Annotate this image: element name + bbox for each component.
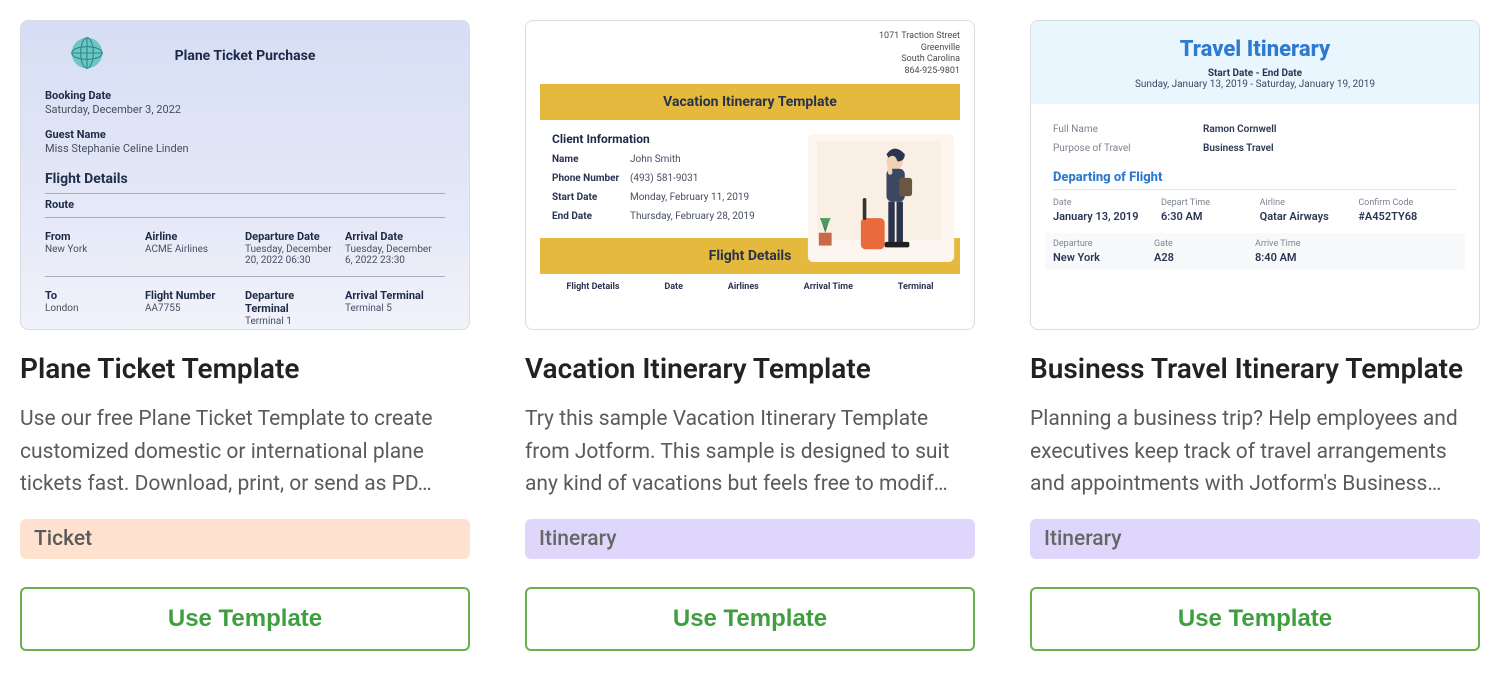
category-tag-itinerary[interactable]: Itinerary xyxy=(1030,519,1480,559)
divider xyxy=(45,276,445,277)
arrive-time-label: Arrive Time xyxy=(1255,239,1350,249)
fullname-label: Full Name xyxy=(1053,124,1203,135)
flight-details-heading: Flight Details xyxy=(45,171,445,187)
template-preview[interactable]: Plane Ticket Purchase Booking Date Satur… xyxy=(20,20,470,330)
divider xyxy=(1053,189,1457,190)
template-card-vacation-itinerary: 1071 Traction Street Greenville South Ca… xyxy=(525,20,975,651)
guest-name-value: Miss Stephanie Celine Linden xyxy=(45,142,445,155)
th: Flight Details xyxy=(566,282,619,292)
arrival-terminal-value: Terminal 5 xyxy=(345,303,439,314)
gate-value: A28 xyxy=(1154,251,1249,264)
from-label: From xyxy=(45,230,139,243)
flight-number-value: AA7755 xyxy=(145,303,239,314)
traveler-illustration-icon xyxy=(806,134,956,262)
th: Arrival Time xyxy=(804,282,853,292)
departure-terminal-value: Terminal 1 xyxy=(245,316,339,327)
preview-title: Travel Itinerary xyxy=(1041,37,1469,62)
card-description: Planning a business trip? Help employees… xyxy=(1030,403,1480,501)
phone-value: (493) 581-9031 xyxy=(630,173,760,184)
addr-line: 864-925-9801 xyxy=(540,66,960,78)
name-label: Name xyxy=(552,154,630,165)
divider xyxy=(45,193,445,194)
departure-value: New York xyxy=(1053,251,1148,264)
th: Date xyxy=(664,282,683,292)
arrival-date-value: Tuesday, December 6, 2022 23:30 xyxy=(345,244,439,266)
airline-value: ACME Airlines xyxy=(145,244,239,255)
preview-title: Plane Ticket Purchase xyxy=(175,48,316,64)
globe-icon xyxy=(69,35,105,71)
purpose-label: Purpose of Travel xyxy=(1053,143,1203,154)
card-title[interactable]: Vacation Itinerary Template xyxy=(525,352,975,385)
category-tag-ticket[interactable]: Ticket xyxy=(20,519,470,559)
from-value: New York xyxy=(45,244,139,255)
depart-time-label: Depart Time xyxy=(1161,198,1254,208)
start-date-value: Monday, February 11, 2019 xyxy=(630,192,760,203)
confirm-code-label: Confirm Code xyxy=(1358,198,1451,208)
flight-number-label: Flight Number xyxy=(145,289,239,302)
name-value: John Smith xyxy=(630,154,760,165)
confirm-code-value: #A452TY68 xyxy=(1358,210,1451,223)
date-value: January 13, 2019 xyxy=(1053,210,1155,223)
preview-subtitle: Start Date - End Date xyxy=(1041,68,1469,79)
depart-time-value: 6:30 AM xyxy=(1161,210,1254,223)
addr-line: 1071 Traction Street xyxy=(540,31,960,43)
template-card-plane-ticket: Plane Ticket Purchase Booking Date Satur… xyxy=(20,20,470,651)
use-template-button[interactable]: Use Template xyxy=(20,587,470,651)
card-description: Use our free Plane Ticket Template to cr… xyxy=(20,403,470,501)
end-date-value: Thursday, February 28, 2019 xyxy=(630,211,760,222)
preview-address: 1071 Traction Street Greenville South Ca… xyxy=(540,31,960,78)
end-date-label: End Date xyxy=(552,211,630,222)
airline-value: Qatar Airways xyxy=(1260,210,1353,223)
arrive-time-value: 8:40 AM xyxy=(1255,251,1350,264)
arrival-date-label: Arrival Date xyxy=(345,230,439,243)
departure-terminal-label: Departure Terminal xyxy=(245,289,339,315)
departure-date-label: Departure Date xyxy=(245,230,339,243)
airline-label: Airline xyxy=(145,230,239,243)
flight-details-table-head: Flight Details Date Airlines Arrival Tim… xyxy=(540,280,960,294)
card-title[interactable]: Plane Ticket Template xyxy=(20,352,470,385)
template-cards-container: Plane Ticket Purchase Booking Date Satur… xyxy=(20,20,1480,651)
departing-flight-heading: Departing of Flight xyxy=(1053,170,1457,185)
th: Terminal xyxy=(898,282,934,292)
use-template-button[interactable]: Use Template xyxy=(1030,587,1480,651)
fullname-value: Ramon Cornwell xyxy=(1203,124,1276,135)
guest-name-label: Guest Name xyxy=(45,128,445,141)
card-description: Try this sample Vacation Itinerary Templ… xyxy=(525,403,975,501)
departure-label: Departure xyxy=(1053,239,1148,249)
th: Airlines xyxy=(728,282,759,292)
date-label: Date xyxy=(1053,198,1155,208)
template-preview[interactable]: 1071 Traction Street Greenville South Ca… xyxy=(525,20,975,330)
divider xyxy=(45,217,445,218)
booking-date-value: Saturday, December 3, 2022 xyxy=(45,103,445,116)
booking-date-label: Booking Date xyxy=(45,89,445,102)
route-label: Route xyxy=(45,198,445,211)
to-value: London xyxy=(45,303,139,314)
airline-label: Airline xyxy=(1260,198,1353,208)
start-date-label: Start Date xyxy=(552,192,630,203)
departure-date-value: Tuesday, December 20, 2022 06:30 xyxy=(245,244,339,266)
preview-dates: Sunday, January 13, 2019 - Saturday, Jan… xyxy=(1041,79,1469,90)
phone-label: Phone Number xyxy=(552,173,630,184)
gate-label: Gate xyxy=(1154,239,1249,249)
card-title[interactable]: Business Travel Itinerary Template xyxy=(1030,352,1480,385)
template-preview[interactable]: Travel Itinerary Start Date - End Date S… xyxy=(1030,20,1480,330)
use-template-button[interactable]: Use Template xyxy=(525,587,975,651)
addr-line: Greenville xyxy=(540,43,960,55)
addr-line: South Carolina xyxy=(540,54,960,66)
template-card-business-itinerary: Travel Itinerary Start Date - End Date S… xyxy=(1030,20,1480,651)
preview-banner: Vacation Itinerary Template xyxy=(540,84,960,120)
arrival-terminal-label: Arrival Terminal xyxy=(345,289,439,302)
to-label: To xyxy=(45,289,139,302)
category-tag-itinerary[interactable]: Itinerary xyxy=(525,519,975,559)
purpose-value: Business Travel xyxy=(1203,143,1274,154)
